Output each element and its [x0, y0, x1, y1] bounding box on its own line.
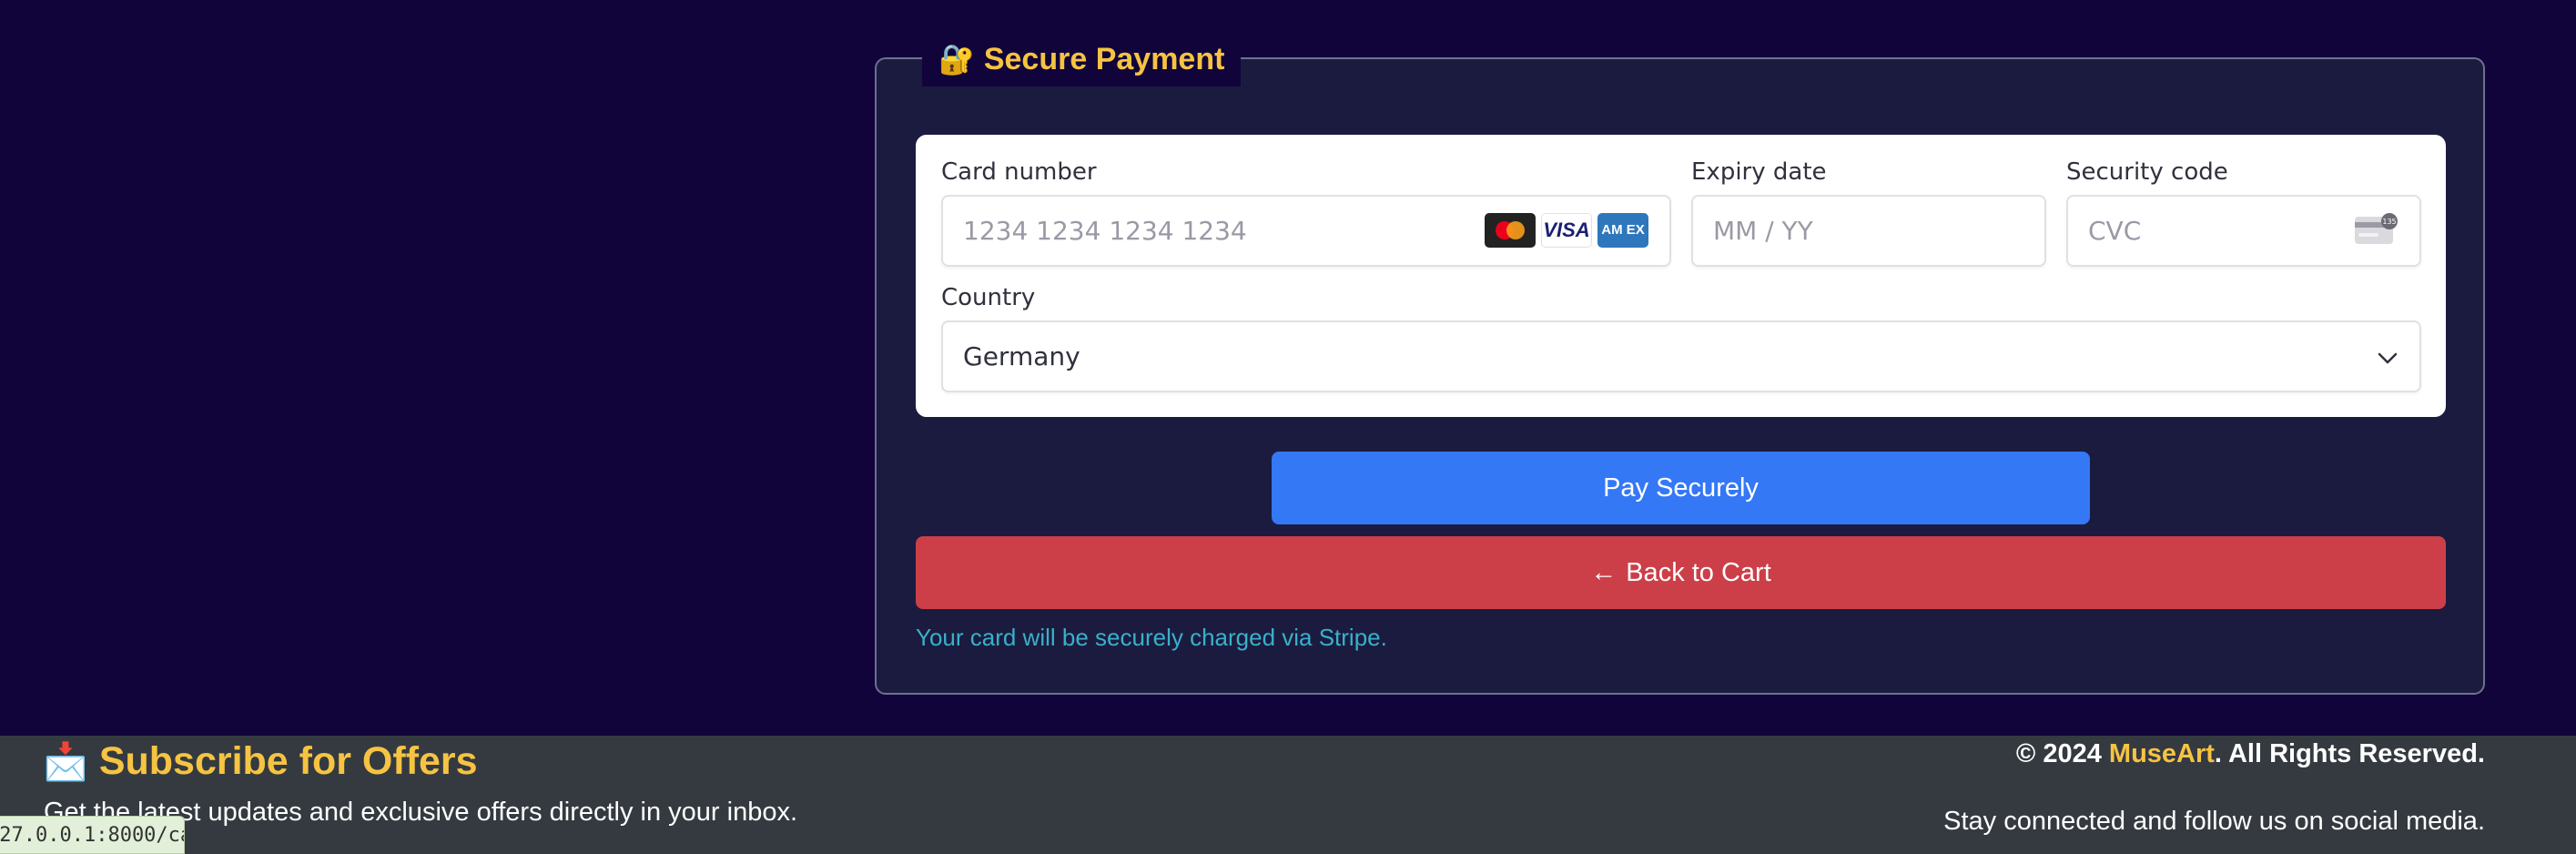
cvc-placeholder: CVC: [2088, 216, 2142, 246]
social-text: Stay connected and follow us on social m…: [1943, 807, 2485, 836]
status-bar-url: 127.0.0.1:8000/cart/: [0, 816, 185, 854]
pay-securely-button[interactable]: Pay Securely: [1272, 452, 2090, 524]
security-code-input[interactable]: CVC 135: [2066, 195, 2421, 267]
back-to-cart-button[interactable]: ← Back to Cart: [916, 536, 2446, 609]
amex-icon: AM EX: [1597, 213, 1648, 248]
lock-key-icon: 🔐: [938, 43, 975, 76]
subscribe-heading: 📩 Subscribe for Offers: [43, 736, 478, 787]
brand-name: MuseArt: [2108, 739, 2215, 768]
security-code-label: Security code: [2066, 158, 2228, 186]
expiry-label: Expiry date: [1691, 158, 1827, 186]
expiry-input[interactable]: MM / YY: [1691, 195, 2046, 267]
copyright-suffix: . All Rights Reserved.: [2214, 739, 2485, 768]
card-element: Card number 1234 1234 1234 1234 VISA AM …: [916, 135, 2446, 417]
card-number-label: Card number: [941, 158, 1097, 186]
visa-icon: VISA: [1541, 213, 1592, 248]
payment-legend: 🔐 Secure Payment: [922, 32, 1242, 86]
subscribe-title: Subscribe for Offers: [98, 738, 478, 783]
arrow-left-icon: ←: [1590, 557, 1618, 587]
status-url: 127.0.0.1:8000/cart/: [0, 823, 184, 847]
back-to-cart-label: Back to Cart: [1626, 557, 1771, 587]
copyright: © 2024 MuseArt. All Rights Reserved.: [2016, 739, 2485, 769]
expiry-placeholder: MM / YY: [1713, 216, 1813, 246]
country-value: Germany: [963, 341, 1080, 371]
card-number-placeholder: 1234 1234 1234 1234: [963, 216, 1247, 246]
site-footer: 📩 Subscribe for Offers Get the latest up…: [0, 736, 2576, 854]
card-number-input[interactable]: 1234 1234 1234 1234 VISA AM EX: [941, 195, 1671, 267]
country-select[interactable]: Germany: [941, 320, 2421, 392]
cvc-card-icon: 135: [2355, 213, 2398, 244]
secure-payment-form: 🔐 Secure Payment Card number 1234 1234 1…: [875, 32, 2485, 695]
payment-title: Secure Payment: [983, 42, 1225, 76]
envelope-icon: 📩: [43, 741, 88, 782]
svg-text:135: 135: [2382, 218, 2396, 226]
chevron-down-icon: [2378, 352, 2398, 364]
mastercard-icon: [1485, 213, 1536, 248]
stripe-note: Your card will be securely charged via S…: [916, 624, 1387, 651]
copyright-prefix: © 2024: [2015, 739, 2102, 768]
country-label: Country: [941, 284, 1036, 311]
